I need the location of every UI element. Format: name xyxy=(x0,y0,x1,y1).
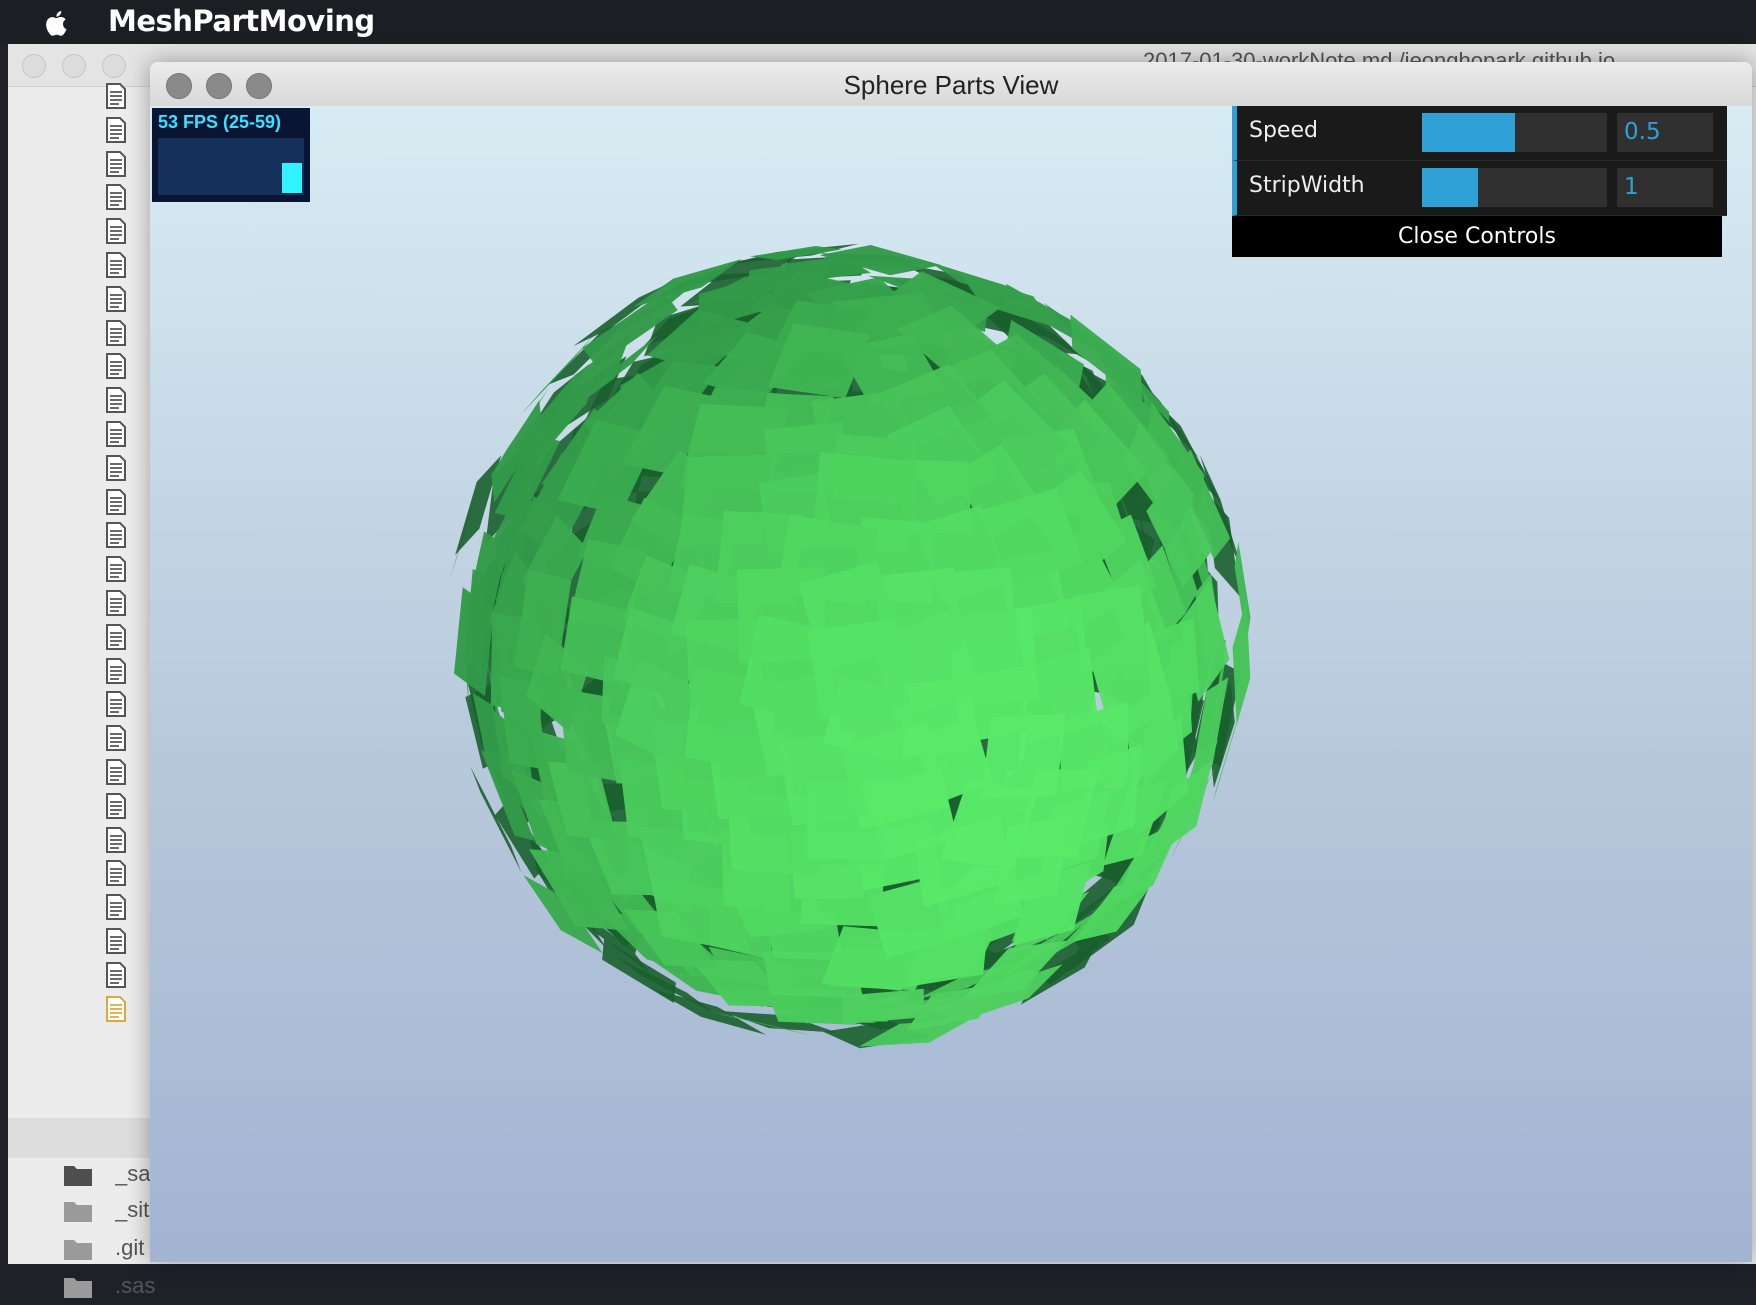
document-icon[interactable] xyxy=(105,421,127,447)
document-icon[interactable] xyxy=(105,691,127,718)
close-controls-button[interactable]: Close Controls xyxy=(1232,216,1722,257)
app-menu-name[interactable]: MeshPartMoving xyxy=(108,4,375,38)
document-icon[interactable] xyxy=(105,759,127,785)
document-icon[interactable] xyxy=(105,657,127,684)
bg-minimize-button[interactable] xyxy=(62,54,86,78)
folder-icon xyxy=(64,1240,92,1260)
document-icon[interactable] xyxy=(105,623,127,650)
speed-label: Speed xyxy=(1249,118,1318,143)
document-icon[interactable] xyxy=(105,116,127,143)
speed-slider[interactable] xyxy=(1422,113,1607,152)
document-icon[interactable] xyxy=(105,184,127,211)
document-icon[interactable] xyxy=(105,488,127,515)
fps-graph-bar xyxy=(282,162,302,193)
document-icon[interactable] xyxy=(105,725,127,752)
sphere-mesh xyxy=(449,243,1251,1049)
controls-panel: Speed 0.5 StripWidth 1 Close Controls xyxy=(1232,106,1727,257)
document-icon[interactable] xyxy=(105,860,127,887)
document-icon[interactable] xyxy=(105,150,127,177)
stripwidth-label: StripWidth xyxy=(1249,173,1365,198)
folder-icon xyxy=(64,1166,92,1186)
stripwidth-slider-fill xyxy=(1422,168,1478,207)
document-icon[interactable] xyxy=(105,285,127,312)
document-icon[interactable] xyxy=(105,522,127,549)
document-icon[interactable] xyxy=(105,387,127,414)
document-icon[interactable] xyxy=(105,319,127,346)
document-icon[interactable] xyxy=(105,83,127,109)
control-row-speed[interactable]: Speed 0.5 xyxy=(1232,106,1727,161)
stripwidth-value-input[interactable]: 1 xyxy=(1617,168,1713,207)
stripwidth-slider[interactable] xyxy=(1422,168,1607,207)
apple-logo-icon[interactable] xyxy=(40,6,74,40)
document-icon[interactable] xyxy=(105,961,127,988)
menu-bar: MeshPartMoving xyxy=(0,0,1756,44)
selected-file-row[interactable] xyxy=(8,1118,153,1158)
bg-close-button[interactable] xyxy=(22,54,46,78)
fps-stats-panel[interactable]: 53 FPS (25-59) xyxy=(152,108,310,202)
window-title: Sphere Parts View xyxy=(843,70,1059,100)
folder-label: _site xyxy=(115,1197,155,1222)
file-sidebar: _sass _site .git .sass-cache xyxy=(8,83,155,1298)
document-icon[interactable] xyxy=(105,590,127,616)
document-icon[interactable] xyxy=(105,995,127,1022)
folder-label: _sass xyxy=(115,1161,155,1186)
sphere-tile xyxy=(807,617,910,720)
fps-readout: 53 FPS (25-59) xyxy=(158,112,282,132)
document-icon[interactable] xyxy=(105,792,127,819)
control-row-stripwidth[interactable]: StripWidth 1 xyxy=(1232,161,1727,216)
document-icon[interactable] xyxy=(105,353,127,380)
document-icon[interactable] xyxy=(105,218,127,245)
bg-zoom-button[interactable] xyxy=(102,54,126,78)
folder-icon xyxy=(64,1202,92,1222)
sphere-parts-window: Sphere Parts View 53 FPS (25-59) Speed 0… xyxy=(150,62,1752,1262)
window-titlebar[interactable]: Sphere Parts View xyxy=(150,62,1752,107)
folder-icon xyxy=(64,1278,92,1298)
document-icon[interactable] xyxy=(105,252,127,278)
fps-graph xyxy=(158,138,304,195)
speed-slider-fill xyxy=(1422,113,1515,152)
folder-label: .git xyxy=(115,1235,145,1260)
document-icon[interactable] xyxy=(105,928,127,954)
speed-value-input[interactable]: 0.5 xyxy=(1617,113,1713,152)
webgl-canvas[interactable]: 53 FPS (25-59) Speed 0.5 StripWidth 1 Cl… xyxy=(150,106,1752,1262)
document-icon[interactable] xyxy=(105,454,127,481)
document-icon[interactable] xyxy=(105,556,127,583)
document-icon[interactable] xyxy=(105,894,127,921)
document-icon[interactable] xyxy=(105,826,127,853)
folder-label: .sass-cache xyxy=(115,1273,155,1298)
